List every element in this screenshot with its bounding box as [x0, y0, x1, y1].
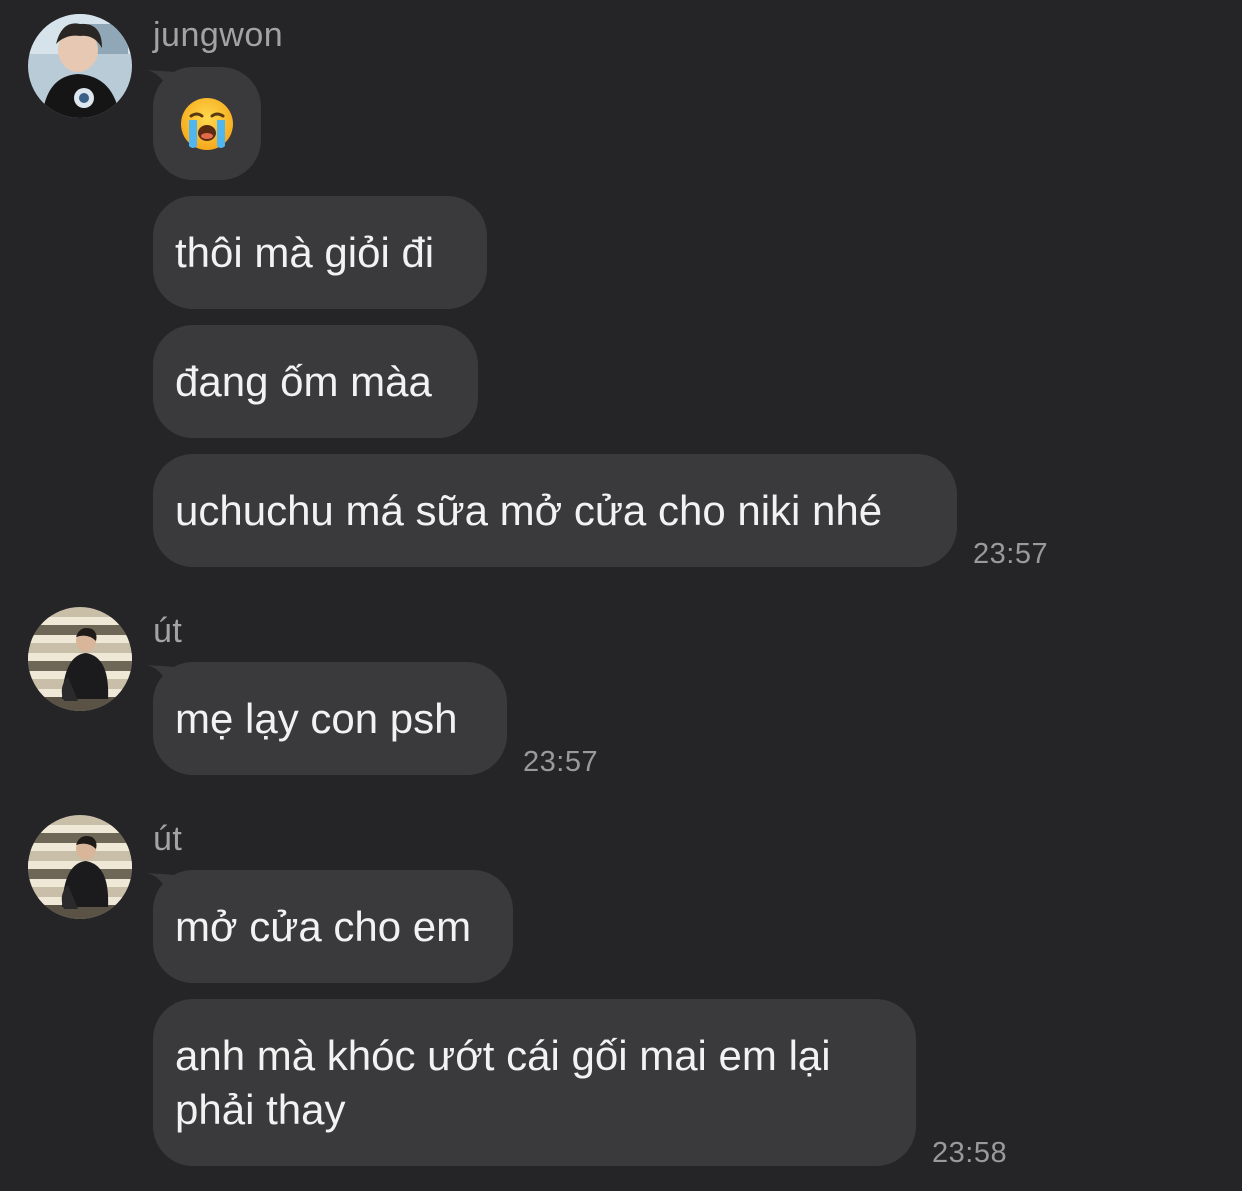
message-bubble[interactable]: mở cửa cho em	[153, 870, 513, 983]
sender-name: jungwon	[153, 16, 284, 54]
profile-photo-ut-icon	[28, 815, 132, 919]
message-bubble[interactable]: đang ốm màa	[153, 325, 478, 438]
message-timestamp: 23:58	[932, 1137, 1008, 1169]
message-text: uchuchu má sữa mở cửa cho niki nhé	[175, 486, 883, 534]
profile-photo-jungwon-icon	[28, 14, 132, 118]
message-timestamp: 23:57	[973, 538, 1049, 570]
message-timestamp: 23:57	[523, 746, 599, 778]
message-bubble[interactable]: uchuchu má sữa mở cửa cho niki nhé	[153, 454, 957, 567]
message-bubble[interactable]: thôi mà giỏi đi	[153, 196, 487, 309]
avatar-jungwon[interactable]	[28, 14, 132, 118]
message-text: mở cửa cho em	[175, 902, 472, 950]
profile-photo-ut-icon	[28, 607, 132, 711]
message-bubble[interactable]: mẹ lạy con psh	[153, 662, 507, 775]
message-text: thôi mà giỏi đi	[175, 228, 435, 276]
avatar-ut[interactable]	[28, 607, 132, 711]
sender-name: út	[153, 820, 183, 858]
loudly-crying-face-emoji-icon	[181, 97, 233, 150]
message-text: anh mà khóc ướt cái gối mai em lại phải …	[175, 1032, 831, 1133]
sender-name: út	[153, 612, 183, 650]
message-bubble[interactable]: anh mà khóc ướt cái gối mai em lại phải …	[153, 999, 916, 1166]
avatar-ut[interactable]	[28, 815, 132, 919]
message-text: mẹ lạy con psh	[175, 694, 458, 742]
message-text: đang ốm màa	[175, 357, 432, 405]
message-bubble[interactable]	[153, 67, 261, 180]
